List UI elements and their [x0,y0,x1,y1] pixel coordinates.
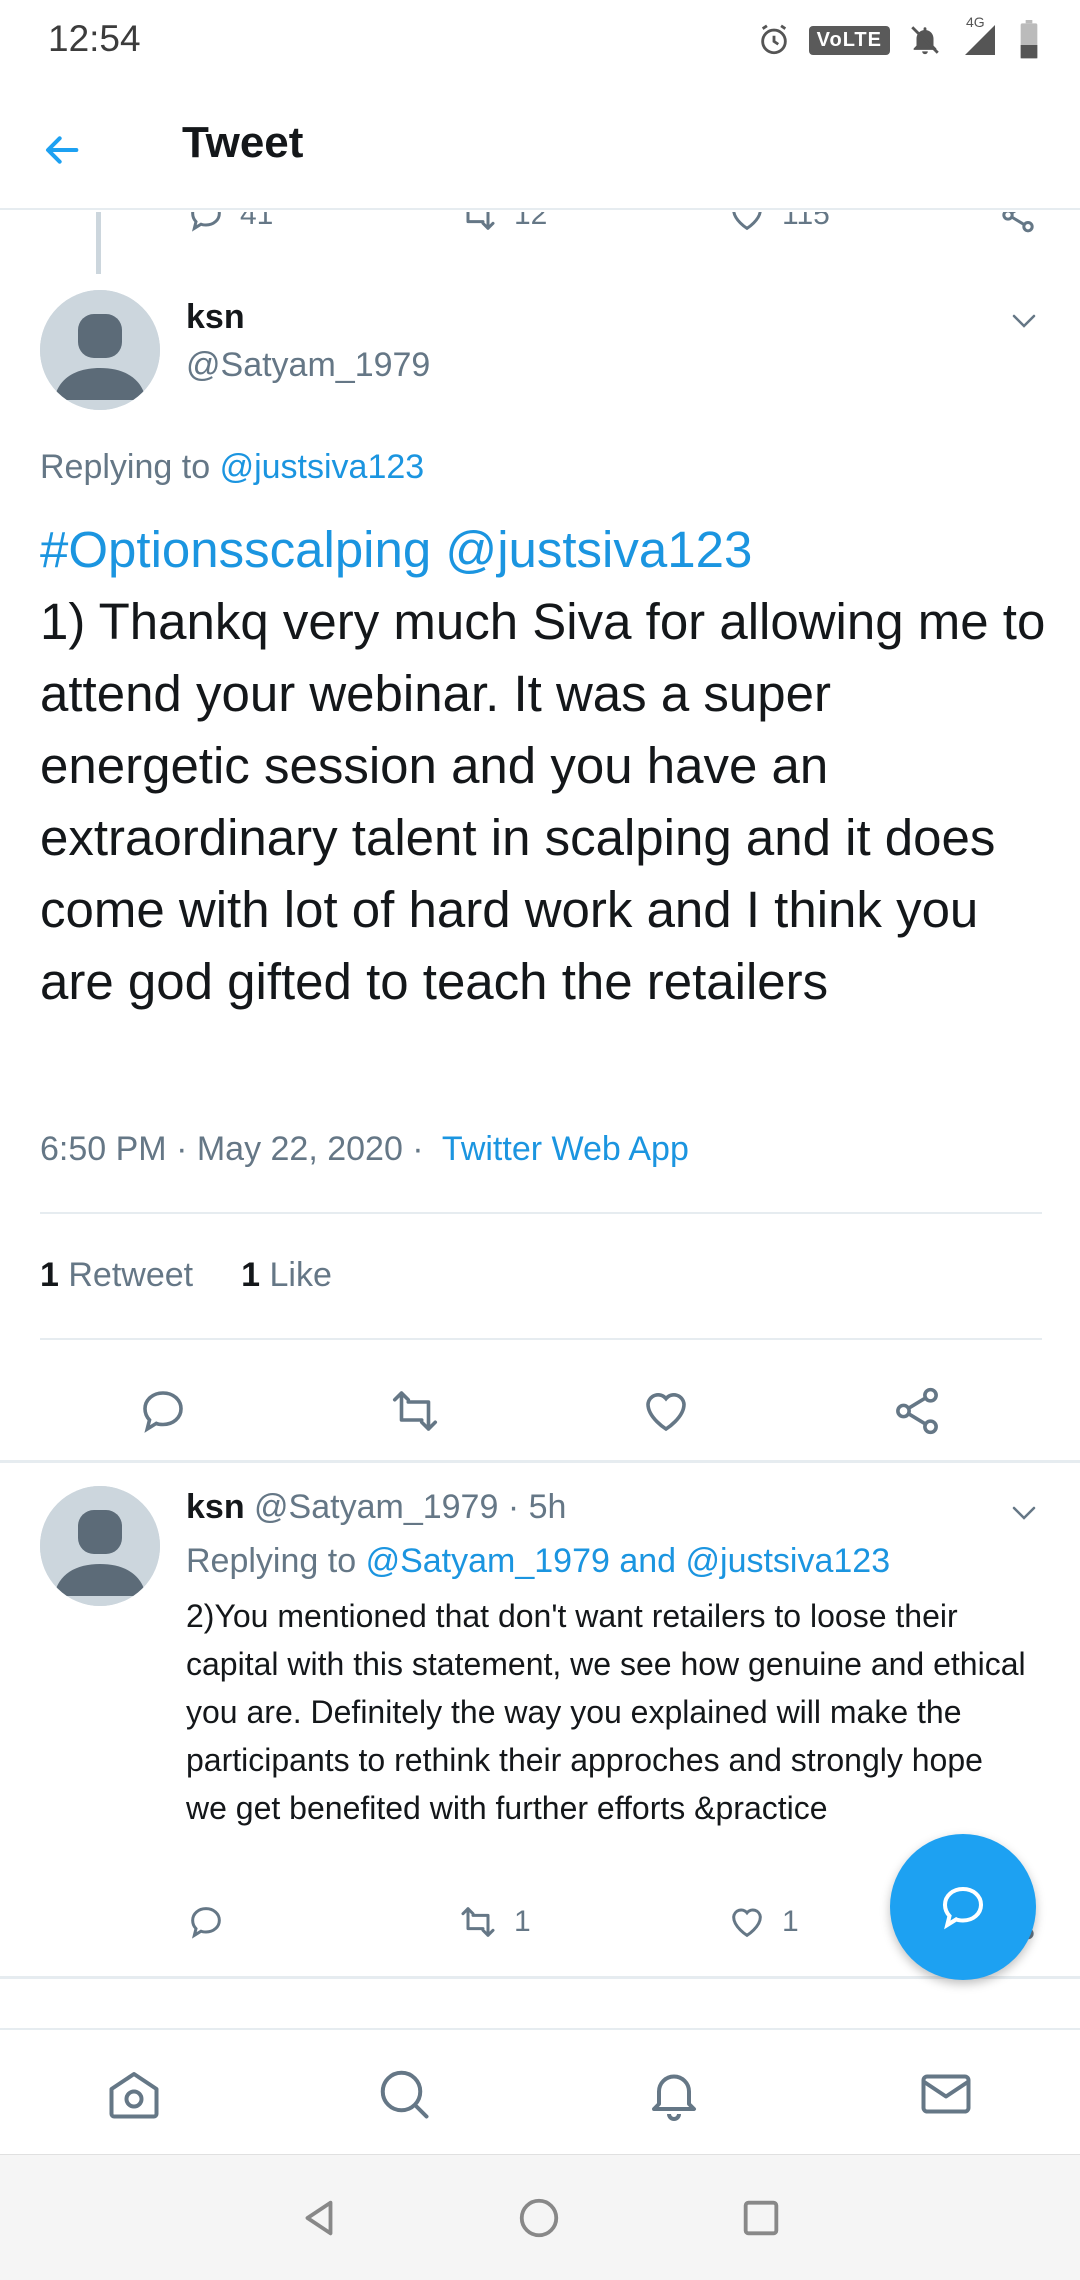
retweet-icon [466,212,495,230]
hashtag-link[interactable]: #Optionsscalping [40,521,431,578]
back-arrow-icon [46,136,79,164]
like-count: 1 [241,1256,261,1294]
divider [0,1460,1080,1463]
prev-reply-button[interactable]: 41 [186,212,273,235]
reply-replying-prefix: Replying to [186,1542,357,1580]
chevron-down-icon [1012,314,1036,328]
like-icon [646,1393,686,1432]
tweet-menu-button[interactable] [1006,306,1042,336]
divider [0,1976,1080,1979]
reply-menu-button[interactable] [1006,1498,1042,1528]
nav-home[interactable] [104,2064,164,2124]
square-recents-icon [743,2200,779,2236]
reply-author-handle[interactable]: @Satyam_1979 [254,1488,498,1526]
avatar[interactable] [40,290,160,410]
status-icons: VoLTE 4G [757,14,1040,60]
page-title: Tweet [182,118,304,167]
app-header: Tweet [0,90,1080,210]
system-nav-bar [0,2154,1080,2280]
reply-time: · 5h [507,1488,567,1526]
reply-reply-button[interactable] [186,1902,226,1942]
reply-author-name[interactable]: ksn [186,1488,245,1526]
prev-reply-count: 41 [240,212,274,231]
tweet-meta: 6:50 PM · May 22, 2020 · Twitter Web App [40,1130,689,1169]
share-icon [896,1387,938,1435]
prev-retweet-button[interactable]: 12 [456,212,547,235]
like-button[interactable] [638,1384,694,1438]
bottom-nav [0,2028,1080,2154]
prev-like-count: 115 [782,212,830,231]
like-icon [732,212,762,231]
reply-replying-to-link[interactable]: @Satyam_1979 and @justsiva123 [366,1542,891,1580]
prev-retweet-count: 12 [514,212,548,231]
reply-icon [143,1391,183,1433]
tweet-stats: 1 Retweet 1 Like [40,1256,332,1295]
tweet-thread[interactable]: 41 12 115 ksn @Satyam_1979 Replying to @… [0,212,1080,2028]
mention-link[interactable]: @justsiva123 [445,521,752,578]
share-button[interactable] [890,1384,944,1438]
reply-retweet-button[interactable]: 1 [456,1902,531,1942]
retweet-icon [392,1391,438,1431]
tweet-timestamp: 6:50 PM · May 22, 2020 · [40,1130,434,1168]
like-stat[interactable]: 1 Like [241,1256,332,1295]
replying-to-link[interactable]: @justsiva123 [220,448,425,486]
reply-body: 2)You mentioned that don't want retailer… [186,1598,1026,1826]
retweet-label: Retweet [68,1256,194,1294]
notifications-icon [652,2074,696,2121]
reply-icon [191,1907,221,1939]
system-home-button[interactable] [516,2195,562,2241]
prev-like-button[interactable]: 115 [726,212,830,235]
previous-tweet-actions: 41 12 115 [186,212,1046,240]
author-handle[interactable]: @Satyam_1979 [186,346,430,385]
retweet-button[interactable] [386,1384,444,1438]
prev-share-button[interactable] [998,212,1038,235]
reply-like-count: 1 [782,1905,799,1938]
triangle-back-icon [305,2200,333,2236]
tweet-body: 1) Thankq very much Siva for allowing me… [40,593,1046,1010]
like-label: Like [269,1256,332,1294]
reply-header: ksn @Satyam_1979 · 5h [186,1488,566,1527]
thread-line [96,212,101,274]
system-back-button[interactable] [296,2195,342,2241]
nav-messages[interactable] [916,2064,976,2124]
compose-reply-button[interactable] [890,1834,1036,1980]
share-icon [1002,212,1034,233]
home-icon [109,2072,159,2119]
search-icon [380,2070,429,2119]
compose-reply-icon [942,1886,984,1930]
divider [40,1338,1042,1340]
retweet-stat[interactable]: 1 Retweet [40,1256,193,1295]
circle-home-icon [519,2198,559,2238]
replying-prefix: Replying to [40,448,211,486]
main-tweet-actions [0,1374,1080,1454]
retweet-count: 1 [40,1256,59,1294]
messages-icon [921,2074,971,2114]
nav-notifications[interactable] [644,2064,704,2124]
alarm-icon [760,24,787,55]
muted-bell-icon [911,26,939,55]
reply-like-button[interactable]: 1 [726,1902,799,1942]
avatar[interactable] [40,1486,160,1606]
reply-replying-to: Replying to @Satyam_1979 and @justsiva12… [186,1542,890,1581]
volte-badge: VoLTE [808,25,890,55]
chevron-down-icon [1012,1506,1036,1520]
nav-search[interactable] [374,2064,434,2124]
status-time: 12:54 [48,18,141,59]
back-button[interactable] [40,120,110,180]
reply-button[interactable] [136,1384,190,1438]
like-icon [732,1908,762,1938]
replying-to: Replying to @justsiva123 [40,448,424,487]
divider [40,1212,1042,1214]
default-avatar-icon [40,290,160,410]
retweet-icon [461,1907,495,1937]
battery-icon [1020,20,1038,59]
tweet-source-link[interactable]: Twitter Web App [442,1130,689,1168]
author-name[interactable]: ksn [186,298,245,337]
system-recents-button[interactable] [738,2195,784,2241]
reply-icon [191,212,221,232]
network-type: 4G [966,14,985,30]
reply-retweet-count: 1 [514,1905,531,1938]
default-avatar-icon [40,1486,160,1606]
tweet-text: #Optionsscalping @justsiva123 1) Thankq … [40,514,1050,1018]
